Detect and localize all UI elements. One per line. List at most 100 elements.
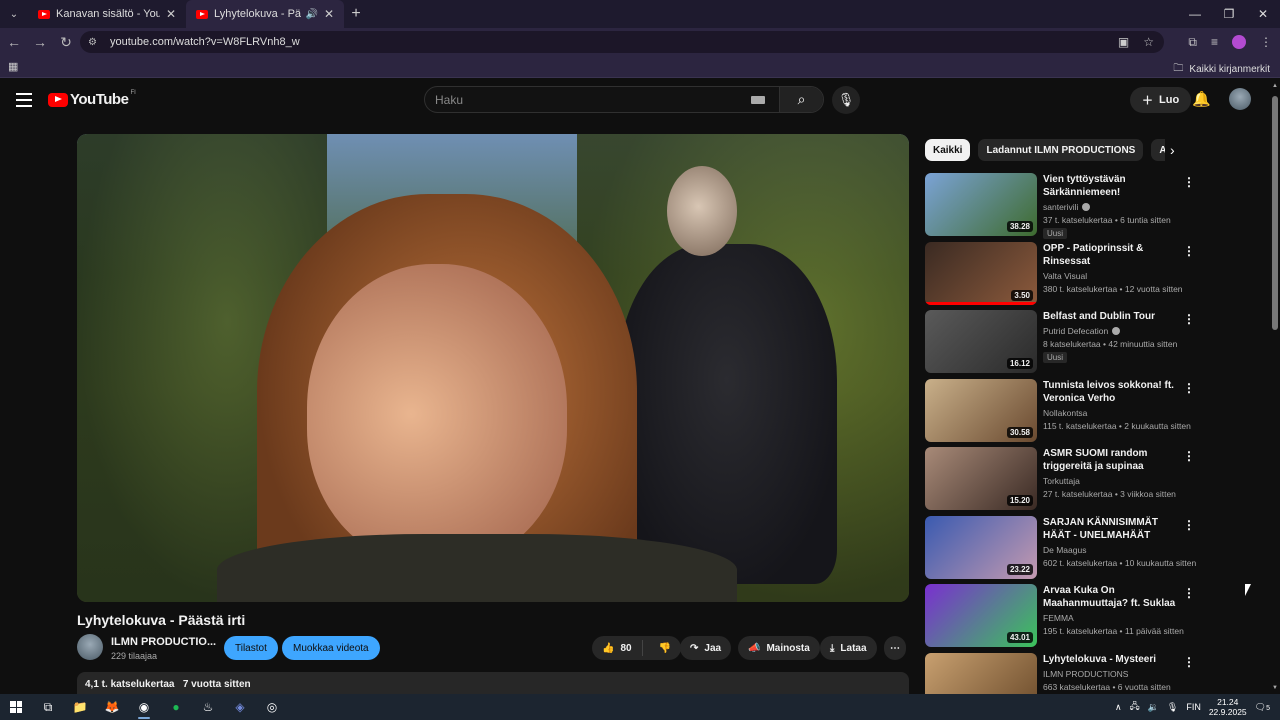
stats-button[interactable]: Tilastot <box>224 636 278 660</box>
dislike-button[interactable]: 👎 <box>649 643 681 654</box>
chevron-right-icon[interactable]: › <box>1170 142 1175 158</box>
more-vertical-icon[interactable]: ⋮ <box>1183 655 1195 669</box>
recommendation-item[interactable]: 30.58 Tunnista leivos sokkona! ft. Veroni… <box>925 379 1200 443</box>
tab-current-video[interactable]: Lyhytelokuva - Päästä irti - YouTube 🔊 ✕ <box>186 0 344 28</box>
video-thumbnail[interactable]: 3.50 <box>925 242 1037 305</box>
all-bookmarks-button[interactable]: 🗀 Kaikki kirjanmerkit <box>1173 61 1270 78</box>
recommendation-item[interactable]: 3.50 OPP - Patioprinssit & Rinsessat Valta… <box>925 242 1200 306</box>
tab-search-icon[interactable]: ⌄ <box>0 0 28 28</box>
chrome-icon[interactable]: ◉ <box>128 694 160 720</box>
chip-all[interactable]: Kaikki <box>925 139 971 161</box>
more-vertical-icon[interactable]: ⋮ <box>1183 449 1195 463</box>
video-thumbnail[interactable]: 30.58 <box>925 379 1037 442</box>
media-controls-icon[interactable]: ≡ <box>1211 35 1218 49</box>
search-button[interactable]: ⌕ <box>779 87 823 112</box>
recommendation-title[interactable]: Belfast and Dublin Tour <box>1043 310 1179 323</box>
description-box[interactable]: 4,1 t. katselukertaa 7 vuotta sitten <box>77 672 909 696</box>
back-button[interactable]: ← <box>2 34 26 50</box>
more-vertical-icon[interactable]: ⋮ <box>1183 518 1195 532</box>
video-thumbnail[interactable]: 16.12 <box>925 310 1037 373</box>
create-button[interactable]: ＋ Luo <box>1130 87 1192 113</box>
more-vertical-icon[interactable]: ⋮ <box>1183 381 1195 395</box>
browser-menu-icon[interactable]: ⋮ <box>1260 35 1272 49</box>
recommendation-title[interactable]: SARJAN KÄNNISIMMÄT HÄÄT - UNELMAHÄÄT <box>1043 516 1179 542</box>
recommendation-channel[interactable]: Nollakontsa <box>1043 408 1087 418</box>
more-vertical-icon[interactable]: ⋮ <box>1183 175 1195 189</box>
close-tab-icon[interactable]: ✕ <box>324 7 334 21</box>
volume-icon[interactable]: 🔉 <box>1148 702 1159 713</box>
recommendation-channel[interactable]: ILMN PRODUCTIONS <box>1043 669 1128 679</box>
video-player[interactable] <box>77 134 909 602</box>
bookmark-star-icon[interactable]: ☆ <box>1143 35 1154 49</box>
recommendation-item[interactable]: 43.01 Arvaa Kuka On Maahanmuuttaja? ft. S… <box>925 584 1200 648</box>
notifications-bell-icon[interactable]: 🔔 <box>1192 90 1211 108</box>
microphone-tray-icon[interactable]: 🎙 <box>1167 702 1178 713</box>
close-tab-icon[interactable]: ✕ <box>166 7 176 21</box>
obs-icon[interactable]: ◎ <box>256 694 288 720</box>
recommendation-title[interactable]: ASMR SUOMI random triggereitä ja supinaa… <box>1043 447 1179 474</box>
youtube-logo[interactable]: YouTube FI <box>48 90 136 108</box>
share-button[interactable]: ↷ Jaa <box>680 636 732 660</box>
task-view-icon[interactable]: ⧉ <box>32 694 64 720</box>
language-indicator[interactable]: FIN <box>1186 702 1201 712</box>
firefox-icon[interactable]: 🦊 <box>96 694 128 720</box>
recommendation-item[interactable]: 23.22 SARJAN KÄNNISIMMÄT HÄÄT - UNELMAHÄÄ… <box>925 516 1200 580</box>
chip-uploaded-by[interactable]: Ladannut ILMN PRODUCTIONS <box>978 139 1144 161</box>
video-thumbnail[interactable]: 23.22 <box>925 516 1037 579</box>
reload-button[interactable]: ↻ <box>54 34 78 51</box>
profile-avatar[interactable] <box>1232 35 1246 49</box>
microphone-icon[interactable]: 🎙 <box>832 86 860 114</box>
recommendation-channel[interactable]: De Maagus <box>1043 545 1086 555</box>
channel-name[interactable]: ILMN PRODUCTIO... <box>111 636 216 648</box>
channel-avatar[interactable] <box>77 634 103 660</box>
speaker-icon[interactable]: 🔊 <box>305 9 317 20</box>
forward-button[interactable]: → <box>28 34 52 50</box>
site-info-icon[interactable]: ⚙ <box>88 37 102 48</box>
install-app-icon[interactable]: ▣ <box>1118 35 1129 49</box>
more-vertical-icon[interactable]: ⋮ <box>1183 244 1195 258</box>
recommendation-item[interactable]: 15.20 ASMR SUOMI random triggereitä ja su… <box>925 447 1200 511</box>
download-button[interactable]: ⤓ Lataa <box>820 636 877 660</box>
tab-youtube-studio[interactable]: Kanavan sisältö - YouTube Studio ✕ <box>28 0 186 28</box>
more-actions-button[interactable]: ⋯ <box>884 636 906 660</box>
close-window-button[interactable]: ✕ <box>1246 0 1280 28</box>
like-button[interactable]: 👍 80 <box>592 640 643 656</box>
more-vertical-icon[interactable]: ⋮ <box>1183 312 1195 326</box>
video-thumbnail[interactable]: 15.20 <box>925 447 1037 510</box>
promote-button[interactable]: 📣 Mainosta <box>738 636 820 660</box>
recommendation-title[interactable]: Vien tyttöystävän Särkänniemeen! <box>1043 173 1179 199</box>
recommendation-title[interactable]: OPP - Patioprinssit & Rinsessat <box>1043 242 1179 268</box>
video-thumbnail[interactable]: 38.28 <box>925 173 1037 236</box>
account-avatar[interactable] <box>1229 88 1251 110</box>
recommendation-title[interactable]: Lyhytelokuva - Mysteeri <box>1043 653 1179 666</box>
page-scrollbar[interactable]: ▲ ▼ <box>1271 80 1280 694</box>
apps-grid-icon[interactable]: ▦ <box>8 60 18 73</box>
recommendation-channel[interactable]: FEMMA <box>1043 613 1074 623</box>
recommendation-item[interactable]: 38.28 Vien tyttöystävän Särkänniemeen! san… <box>925 173 1200 239</box>
recommendation-channel[interactable]: santerivili <box>1043 202 1091 212</box>
scrollbar-thumb[interactable] <box>1272 96 1278 330</box>
video-thumbnail[interactable]: 43.01 <box>925 584 1037 647</box>
steam-icon[interactable]: ♨ <box>192 694 224 720</box>
notification-center-icon[interactable]: 🗨5 <box>1255 702 1270 713</box>
minimize-button[interactable]: — <box>1178 0 1212 28</box>
discord-icon[interactable]: ◈ <box>224 694 256 720</box>
recommendation-channel[interactable]: Torkuttaja <box>1043 476 1080 486</box>
new-tab-button[interactable]: + <box>344 5 368 23</box>
spotify-icon[interactable]: ● <box>160 694 192 720</box>
recommendation-channel[interactable]: Valta Visual <box>1043 271 1087 281</box>
file-explorer-icon[interactable]: 📁 <box>64 694 96 720</box>
recommendation-item[interactable]: 16.12 Belfast and Dublin Tour Putrid Defec… <box>925 310 1200 374</box>
scroll-down-icon[interactable]: ▼ <box>1272 685 1278 691</box>
search-input[interactable] <box>425 92 751 107</box>
recommendation-title[interactable]: Arvaa Kuka On Maahanmuuttaja? ft. Suklaa <box>1043 584 1179 610</box>
more-vertical-icon[interactable]: ⋮ <box>1183 586 1195 600</box>
clock[interactable]: 21.24 22.9.2025 <box>1209 697 1247 717</box>
extensions-icon[interactable]: ⧉ <box>1188 35 1197 50</box>
restore-button[interactable]: ❐ <box>1212 0 1246 28</box>
menu-icon[interactable] <box>16 93 32 111</box>
recommendation-title[interactable]: Tunnista leivos sokkona! ft. Veronica Ve… <box>1043 379 1179 405</box>
keyboard-icon[interactable] <box>751 95 765 104</box>
scroll-up-icon[interactable]: ▲ <box>1272 83 1278 89</box>
network-icon[interactable]: 🖧 <box>1130 699 1140 715</box>
